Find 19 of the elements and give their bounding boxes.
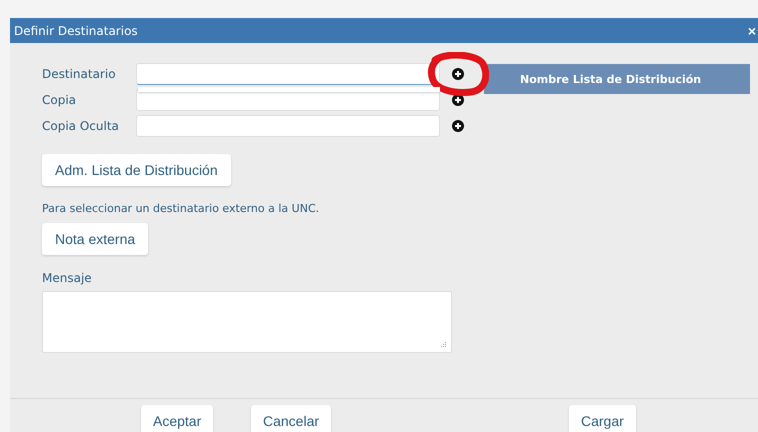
input-field[interactable] (136, 115, 440, 137)
field-label: Destinatario (42, 67, 117, 81)
message-label: Mensaje (42, 271, 93, 285)
close-button[interactable]: × (746, 22, 758, 38)
window-title: Definir Destinatarios (14, 24, 138, 38)
add-icon[interactable] (452, 94, 464, 106)
footer-button[interactable]: Aceptar (141, 405, 214, 432)
list-header: Nombre Lista de Distribución (484, 64, 750, 94)
message-field[interactable] (42, 291, 452, 353)
external-note-button[interactable]: Nota externa (42, 223, 148, 255)
field-label: Copia Oculta (42, 119, 120, 133)
add-icon[interactable] (452, 68, 464, 80)
add-icon[interactable] (452, 120, 464, 132)
field-label: Copia (42, 93, 78, 107)
input-field[interactable] (136, 63, 440, 85)
footer-button[interactable]: Cancelar (251, 405, 332, 432)
hint-text: Para seleccionar un destinatario externo a la UNC. (42, 202, 320, 215)
manage-list-button[interactable]: Adm. Lista de Distribución (42, 154, 231, 186)
footer-button[interactable]: Cargar (569, 405, 636, 432)
